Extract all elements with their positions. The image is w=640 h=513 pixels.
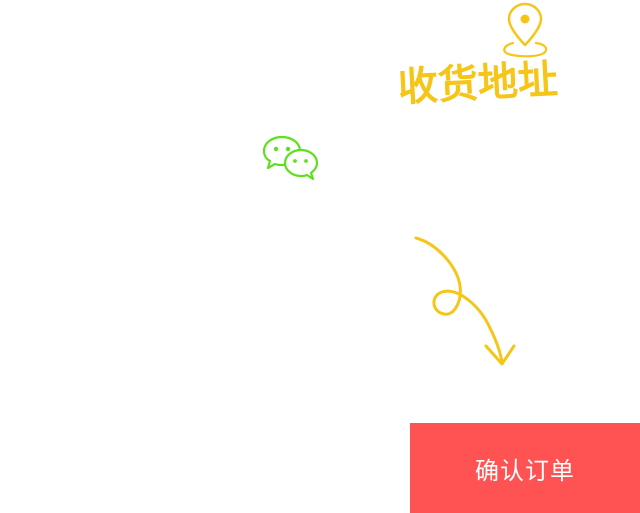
wechat-icon[interactable] bbox=[260, 134, 320, 184]
confirm-order-button[interactable]: 确认订单 bbox=[410, 423, 640, 513]
order-guide-screen: 收货地址 确认订单 bbox=[0, 0, 640, 513]
location-pin-icon bbox=[503, 2, 548, 58]
curved-arrow-icon bbox=[414, 236, 516, 366]
address-label[interactable]: 收货地址 bbox=[397, 56, 559, 112]
